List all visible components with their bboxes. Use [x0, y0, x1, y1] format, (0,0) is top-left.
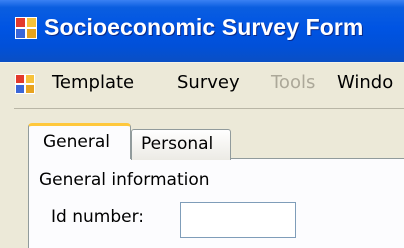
menu-tools: Tools: [271, 72, 316, 93]
menu-window[interactable]: Windo: [337, 71, 393, 95]
menu-bar: Template Survey Tools Windo: [0, 62, 404, 103]
tab-general-label: General: [43, 132, 110, 152]
id-number-input[interactable]: [180, 202, 296, 238]
id-number-label: Id number:: [51, 207, 144, 227]
tab-general[interactable]: General: [28, 123, 131, 159]
menu-template[interactable]: Template: [52, 71, 134, 95]
title-bar[interactable]: Socioeconomic Survey Form: [0, 0, 404, 62]
tab-personal-label: Personal: [141, 134, 214, 154]
menu-survey[interactable]: Survey: [177, 71, 240, 95]
client-area-border: [14, 108, 404, 109]
mdi-child-icon[interactable]: [15, 74, 35, 94]
tab-personal[interactable]: Personal: [131, 129, 231, 160]
app-form-icon: [15, 17, 37, 39]
window-title: Socioeconomic Survey Form: [44, 14, 364, 40]
general-information-label: General information: [39, 170, 210, 190]
